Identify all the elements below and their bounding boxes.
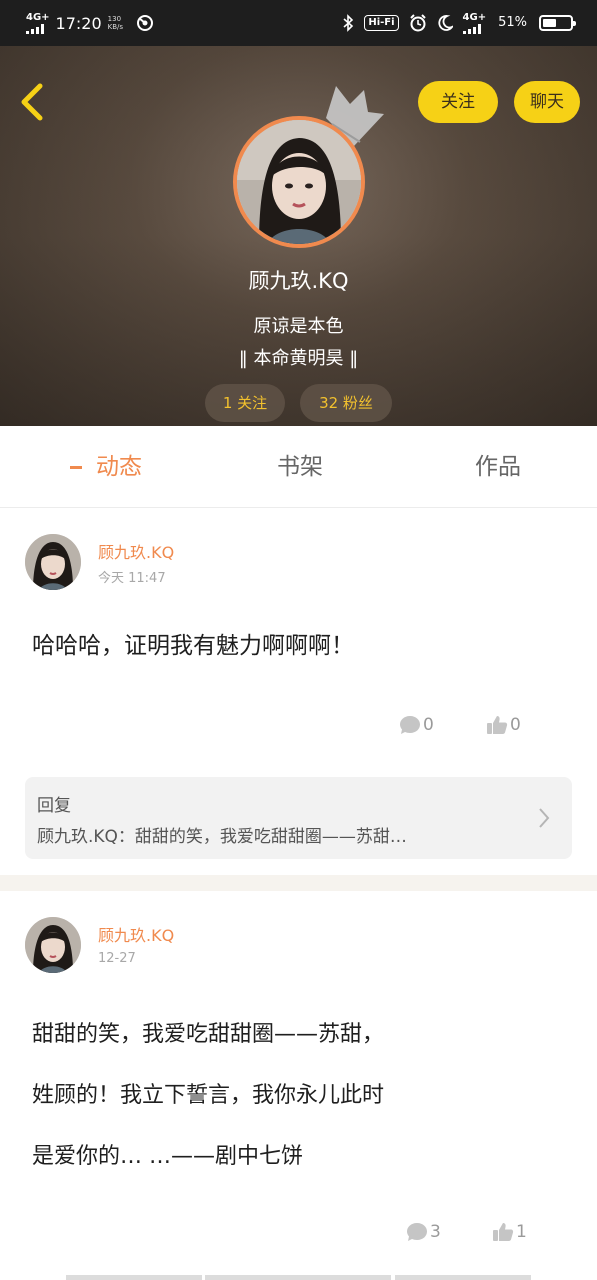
alarm-icon [409, 14, 426, 32]
like-count: 0 [510, 715, 521, 735]
comment-count: 3 [430, 1222, 441, 1242]
like-button[interactable]: 1 [492, 1222, 527, 1242]
status-bar: 4G+ 17:20 130 KB/s Hi-Fi 4G+ 51% [0, 0, 597, 46]
profile-header: 关注 聊天 顾九玖.KQ 原谅是本色 ‖ 本命黄明昊 ‖ 1 关注 32 粉丝 [0, 46, 597, 426]
comment-button[interactable]: 0 [399, 715, 434, 735]
thumbs-up-icon [487, 716, 508, 734]
profile-avatar[interactable] [233, 116, 365, 248]
post-body-line: 甜甜的笑，我爱吃甜甜圈——苏甜， [32, 1022, 385, 1047]
hifi-icon: Hi-Fi [364, 15, 399, 31]
profile-signature-line1: 原谅是本色 [253, 316, 344, 337]
post-body-line: 是爱你的… …——剧中七饼 [32, 1144, 303, 1169]
post-body: 哈哈哈，证明我有魅力啊啊啊！ [32, 633, 354, 659]
battery-icon [539, 15, 576, 31]
reply-title: 回复 [37, 796, 71, 816]
avatar-portrait-icon [25, 917, 81, 973]
app-notification-icon [136, 15, 153, 31]
moon-icon [437, 15, 453, 31]
back-chevron-left-icon[interactable] [14, 80, 54, 124]
comment-bubble-icon [400, 716, 420, 734]
tab-moments[interactable]: 动态 [40, 426, 158, 551]
like-count: 1 [516, 1222, 527, 1242]
network-speed: 130 KB/s [107, 15, 124, 31]
avatar[interactable] [25, 917, 81, 973]
tab-works[interactable]: 作品 [448, 426, 548, 508]
post-time: 今天 11:47 [98, 571, 166, 586]
chevron-right-icon [539, 808, 550, 828]
bottom-tab-hint [66, 1275, 202, 1280]
following-count-button[interactable]: 1 关注 [205, 384, 285, 422]
post-body: 甜甜的笑，我爱吃甜甜圈——苏甜， 姓顾的！我立下誓言，我你永儿此时 是爱你的… … [32, 1004, 572, 1187]
post-body-line: 姓顾的！我立下誓言，我你永儿此时 [32, 1083, 385, 1108]
bottom-tab-hint [395, 1275, 531, 1280]
reply-text: 顾九玖.KQ：甜甜的笑，我爱吃甜甜圈——苏甜… [37, 827, 407, 847]
post-author[interactable]: 顾九玖.KQ [98, 539, 174, 563]
post-time: 12-27 [98, 951, 136, 966]
follow-button[interactable]: 关注 [418, 81, 498, 123]
post-author[interactable]: 顾九玖.KQ [98, 922, 174, 946]
feed-post[interactable]: 顾九玖.KQ 今天 11:47 哈哈哈，证明我有魅力啊啊啊！ 0 0 回复 顾九… [0, 509, 597, 875]
reply-preview[interactable]: 回复 顾九玖.KQ：甜甜的笑，我爱吃甜甜圈——苏甜… [25, 777, 572, 859]
battery-percent: 51% [498, 15, 527, 30]
avatar[interactable] [25, 534, 81, 590]
bluetooth-icon [343, 14, 354, 32]
profile-nickname: 顾九玖.KQ [248, 269, 349, 293]
profile-tabs: 动态 书架 作品 [0, 426, 597, 551]
profile-signature-line2: ‖ 本命黄明昊 ‖ [238, 348, 359, 369]
signal-icon: 4G+ [462, 12, 486, 34]
comment-count: 0 [423, 715, 434, 735]
clock: 17:20 [55, 13, 102, 33]
thumbs-up-icon [493, 1223, 514, 1241]
like-button[interactable]: 0 [486, 715, 521, 735]
network-type: 4G+ [26, 11, 50, 23]
feed-post[interactable]: 顾九玖.KQ 12-27 甜甜的笑，我爱吃甜甜圈——苏甜， 姓顾的！我立下誓言，… [0, 891, 597, 1280]
bottom-tab-hint [205, 1275, 391, 1280]
comment-button[interactable]: 3 [406, 1222, 441, 1242]
signal-icon: 4G+ [26, 11, 50, 34]
chat-button[interactable]: 聊天 [514, 81, 580, 123]
post-divider [0, 875, 597, 891]
comment-bubble-icon [407, 1223, 427, 1241]
fans-count-button[interactable]: 32 粉丝 [300, 384, 392, 422]
tab-indicator-left [70, 466, 82, 469]
avatar-portrait-icon [25, 534, 81, 590]
tab-bookshelf[interactable]: 书架 [250, 426, 350, 508]
avatar-portrait-icon [237, 120, 361, 244]
